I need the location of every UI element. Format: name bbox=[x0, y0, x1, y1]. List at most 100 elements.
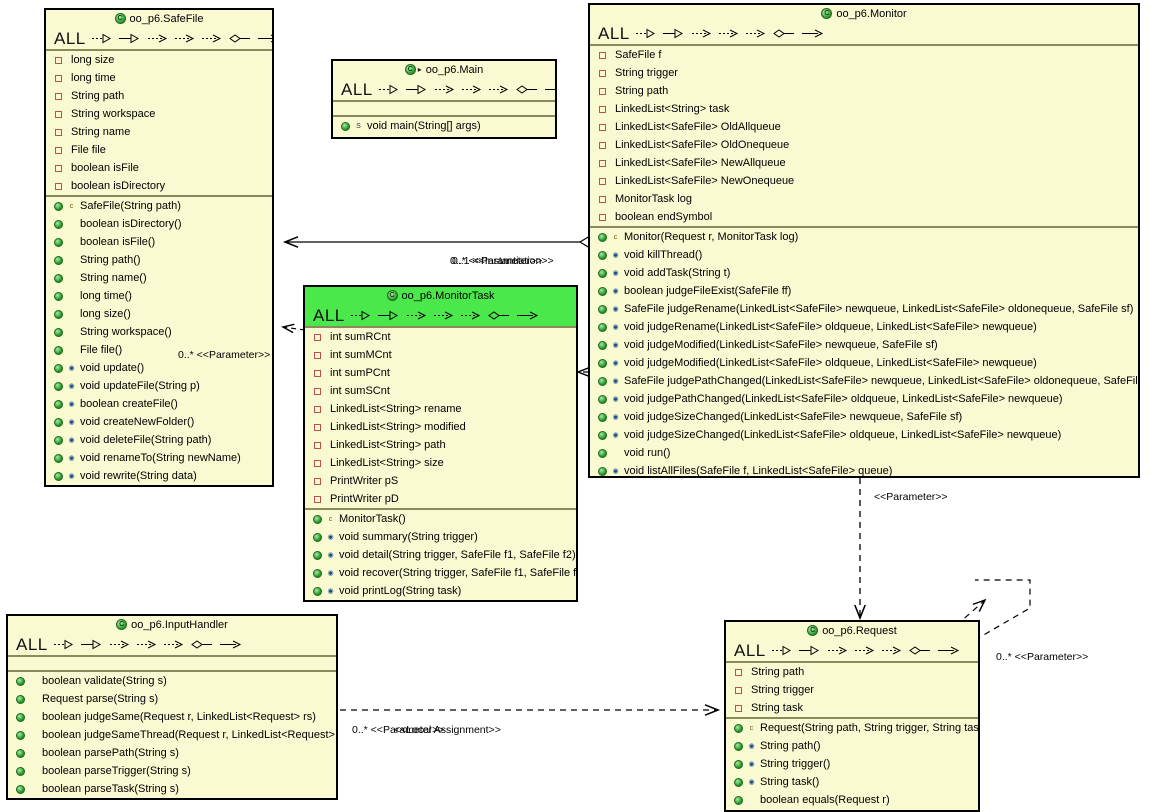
dashed-open-arrow-icon[interactable] bbox=[136, 639, 157, 650]
method-row[interactable]: ◉ SafeFile judgePathChanged(LinkedList<Sa… bbox=[590, 372, 1138, 390]
method-row[interactable]: boolean judgeSame(Request r, LinkedList<… bbox=[8, 708, 336, 726]
field-row[interactable]: String workspace bbox=[46, 105, 272, 123]
class-box-monitortask[interactable]: C oo_p6.MonitorTask ALL int sumRCnt int s… bbox=[303, 285, 578, 602]
field-row[interactable]: String path bbox=[590, 82, 1138, 100]
field-row[interactable]: PrintWriter pS bbox=[305, 472, 576, 490]
field-row[interactable]: String task bbox=[726, 699, 978, 717]
dashed-open-arrow-icon[interactable] bbox=[147, 33, 168, 44]
toolbar-row-main[interactable]: ALL bbox=[333, 78, 555, 102]
method-row[interactable]: ◉ void judgeSizeChanged(LinkedList<SafeFi… bbox=[590, 426, 1138, 444]
method-row[interactable]: ◉ SafeFile judgeRename(LinkedList<SafeFil… bbox=[590, 300, 1138, 318]
method-row[interactable]: ◉ void updateFile(String p) bbox=[46, 377, 272, 395]
method-row[interactable]: boolean parsePath(String s) bbox=[8, 744, 336, 762]
method-row[interactable]: ◉ void judgePathChanged(LinkedList<SafeFi… bbox=[590, 390, 1138, 408]
dashed-open-arrow-icon[interactable] bbox=[854, 645, 875, 656]
field-row[interactable]: boolean isDirectory bbox=[46, 177, 272, 195]
method-row[interactable]: String workspace() bbox=[46, 323, 272, 341]
aggregation-diamond-icon[interactable] bbox=[908, 645, 931, 656]
aggregation-diamond-icon[interactable] bbox=[228, 33, 251, 44]
dashed-open-arrow-icon[interactable] bbox=[488, 84, 509, 95]
solid-hollow-triangle-icon[interactable] bbox=[405, 84, 428, 95]
dashed-open-arrow-icon[interactable] bbox=[691, 28, 712, 39]
class-box-safefile[interactable]: C oo_p6.SafeFile ALL long size long time S… bbox=[44, 8, 274, 487]
class-box-inputhandler[interactable]: C oo_p6.InputHandler ALL boolean validat… bbox=[6, 614, 338, 800]
solid-open-arrow-icon[interactable] bbox=[937, 645, 960, 656]
dashed-open-arrow-icon[interactable] bbox=[718, 28, 739, 39]
class-box-main[interactable]: C ▸ oo_p6.Main ALL Svoid main(String[] a… bbox=[331, 59, 557, 139]
method-row[interactable]: boolean equals(Request r) bbox=[726, 791, 978, 809]
solid-open-arrow-icon[interactable] bbox=[544, 84, 557, 95]
method-row[interactable]: boolean parseTask(String s) bbox=[8, 780, 336, 798]
field-row[interactable]: LinkedList<String> modified bbox=[305, 418, 576, 436]
toolbar-all-label[interactable]: ALL bbox=[54, 30, 86, 47]
toolbar-arrow-glyphs[interactable] bbox=[378, 84, 557, 95]
field-row[interactable]: SafeFile f bbox=[590, 46, 1138, 64]
method-row[interactable]: boolean validate(String s) bbox=[8, 672, 336, 690]
field-row[interactable]: long time bbox=[46, 69, 272, 87]
field-row[interactable]: LinkedList<String> rename bbox=[305, 400, 576, 418]
field-row[interactable]: LinkedList<String> size bbox=[305, 454, 576, 472]
dashed-open-arrow-icon[interactable] bbox=[433, 310, 454, 321]
field-row[interactable]: String trigger bbox=[590, 64, 1138, 82]
field-row[interactable]: String trigger bbox=[726, 681, 978, 699]
toolbar-arrow-glyphs[interactable] bbox=[771, 645, 960, 656]
method-row[interactable]: ◉ void killThread() bbox=[590, 246, 1138, 264]
method-row[interactable]: Svoid main(String[] args) bbox=[333, 117, 555, 135]
toolbar-row-monitor[interactable]: ALL bbox=[590, 22, 1138, 46]
method-row[interactable]: ◉ String task() bbox=[726, 773, 978, 791]
dashed-hollow-triangle-icon[interactable] bbox=[771, 645, 792, 656]
method-row[interactable]: ◉ void deleteFile(String path) bbox=[46, 431, 272, 449]
method-row[interactable]: c Monitor(Request r, MonitorTask log) bbox=[590, 228, 1138, 246]
method-row[interactable]: boolean parseTrigger(String s) bbox=[8, 762, 336, 780]
dashed-hollow-triangle-icon[interactable] bbox=[635, 28, 656, 39]
method-row[interactable]: c Request(String path, String trigger, St… bbox=[726, 719, 978, 737]
dashed-open-arrow-icon[interactable] bbox=[109, 639, 130, 650]
method-row[interactable]: boolean isDirectory() bbox=[46, 215, 272, 233]
class-box-request[interactable]: C oo_p6.Request ALL String path String tr… bbox=[724, 620, 980, 812]
solid-open-arrow-icon[interactable] bbox=[801, 28, 824, 39]
toolbar-all-label[interactable]: ALL bbox=[734, 642, 766, 659]
toolbar-row-monitortask[interactable]: ALL bbox=[305, 304, 576, 328]
field-row[interactable]: String name bbox=[46, 123, 272, 141]
aggregation-diamond-icon[interactable] bbox=[515, 84, 538, 95]
toolbar-row-request[interactable]: ALL bbox=[726, 639, 978, 663]
dashed-open-arrow-icon[interactable] bbox=[163, 639, 184, 650]
toolbar-row-inputhandler[interactable]: ALL bbox=[8, 633, 336, 657]
method-row[interactable]: ◉ void update() bbox=[46, 359, 272, 377]
method-row[interactable]: ◉ void judgeModified(LinkedList<SafeFile>… bbox=[590, 336, 1138, 354]
method-row[interactable]: String path() bbox=[46, 251, 272, 269]
method-row[interactable]: ◉ boolean judgeFileExist(SafeFile ff) bbox=[590, 282, 1138, 300]
toolbar-arrow-glyphs[interactable] bbox=[350, 310, 539, 321]
method-row[interactable]: ◉ void recover(String trigger, SafeFile f… bbox=[305, 564, 576, 582]
dashed-open-arrow-icon[interactable] bbox=[461, 84, 482, 95]
dashed-open-arrow-icon[interactable] bbox=[434, 84, 455, 95]
method-row[interactable]: c SafeFile(String path) bbox=[46, 197, 272, 215]
toolbar-arrow-glyphs[interactable] bbox=[91, 33, 274, 44]
dashed-open-arrow-icon[interactable] bbox=[881, 645, 902, 656]
field-row[interactable]: LinkedList<SafeFile> OldOnequeue bbox=[590, 136, 1138, 154]
solid-open-arrow-icon[interactable] bbox=[516, 310, 539, 321]
field-row[interactable]: int sumPCnt bbox=[305, 364, 576, 382]
toolbar-arrow-glyphs[interactable] bbox=[53, 639, 242, 650]
field-row[interactable]: boolean isFile bbox=[46, 159, 272, 177]
field-row[interactable]: LinkedList<String> task bbox=[590, 100, 1138, 118]
dashed-open-arrow-icon[interactable] bbox=[406, 310, 427, 321]
field-row[interactable]: LinkedList<SafeFile> NewOnequeue bbox=[590, 172, 1138, 190]
dashed-open-arrow-icon[interactable] bbox=[174, 33, 195, 44]
method-row[interactable]: boolean judgeSameThread(Request r, Linke… bbox=[8, 726, 336, 744]
method-row[interactable]: ◉ String path() bbox=[726, 737, 978, 755]
method-row[interactable]: ◉ void judgeRename(LinkedList<SafeFile> o… bbox=[590, 318, 1138, 336]
method-row[interactable]: ◉ void judgeModified(LinkedList<SafeFile>… bbox=[590, 354, 1138, 372]
field-row[interactable]: MonitorTask log bbox=[590, 190, 1138, 208]
dashed-open-arrow-icon[interactable] bbox=[460, 310, 481, 321]
method-row[interactable]: long time() bbox=[46, 287, 272, 305]
field-row[interactable]: String path bbox=[46, 87, 272, 105]
field-row[interactable]: LinkedList<SafeFile> NewAllqueue bbox=[590, 154, 1138, 172]
method-row[interactable]: void run() bbox=[590, 444, 1138, 462]
solid-open-arrow-icon[interactable] bbox=[219, 639, 242, 650]
dashed-open-arrow-icon[interactable] bbox=[827, 645, 848, 656]
toolbar-all-label[interactable]: ALL bbox=[341, 81, 373, 98]
solid-open-arrow-icon[interactable] bbox=[257, 33, 274, 44]
class-box-monitor[interactable]: C oo_p6.Monitor ALL SafeFile f String tri… bbox=[588, 3, 1140, 478]
aggregation-diamond-icon[interactable] bbox=[772, 28, 795, 39]
